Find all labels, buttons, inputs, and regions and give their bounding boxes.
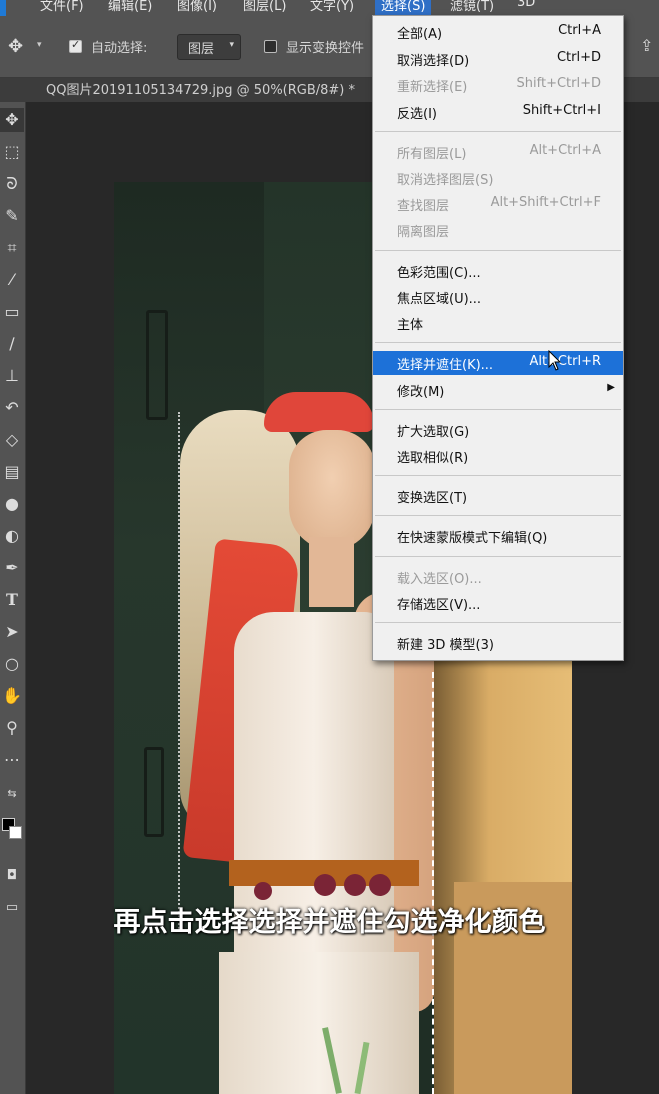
swap-colors-icon[interactable]: ⇆: [0, 782, 24, 806]
menu-layer[interactable]: 图层(L): [243, 0, 286, 14]
menu-separator: [375, 556, 621, 557]
path-select-tool-icon[interactable]: ➤: [0, 620, 24, 644]
menu-item-color-range[interactable]: 色彩范围(C)...: [373, 259, 623, 283]
dodge-tool-icon[interactable]: ◐: [0, 524, 24, 548]
menu-separator: [375, 131, 621, 132]
menu-item-new-3d-model[interactable]: 新建 3D 模型(3): [373, 631, 623, 655]
layer-select-value: 图层: [188, 42, 215, 57]
gradient-tool-icon[interactable]: ▤: [0, 460, 24, 484]
menu-item-reselect: 重新选择(E) Shift+Ctrl+D: [397, 76, 601, 95]
submenu-arrow-icon: ▶: [607, 382, 615, 393]
quick-select-tool-icon[interactable]: ✎: [0, 204, 24, 228]
pen-tool-icon[interactable]: ✒: [0, 556, 24, 580]
more-tools-icon[interactable]: ⋯: [0, 748, 24, 772]
menu-item-select-all[interactable]: 全部(A) Ctrl+A: [373, 20, 623, 44]
menu-item-similar[interactable]: 选取相似(R): [373, 444, 623, 468]
menu-separator: [375, 409, 621, 410]
menu-separator: [375, 515, 621, 516]
menu-item-subject[interactable]: 主体: [373, 311, 623, 335]
lasso-tool-icon[interactable]: ᘐ: [0, 172, 24, 196]
menu-separator: [375, 342, 621, 343]
brush-tool-icon[interactable]: ∕: [0, 332, 24, 356]
menu-separator: [375, 250, 621, 251]
menu-type[interactable]: 文字(Y): [310, 0, 354, 14]
tool-preset-chevron-icon[interactable]: ▾: [37, 40, 42, 50]
background-color-swatch[interactable]: [9, 826, 22, 839]
menu-item-find-layers: 查找图层 Alt+Shift+Ctrl+F: [397, 195, 601, 214]
select-menu-dropdown: 全部(A) Ctrl+A 取消选择(D) Ctrl+D 重新选择(E) Shift+C…: [372, 15, 624, 661]
menu-item-isolate-layers: 隔离图层: [397, 225, 450, 240]
menu-item-grow[interactable]: 扩大选取(G): [373, 418, 623, 442]
menu-item-save-selection[interactable]: 存储选区(V)...: [373, 591, 623, 615]
menu-image[interactable]: 图像(I): [177, 0, 217, 14]
clone-stamp-tool-icon[interactable]: ⊥: [0, 364, 24, 388]
photoshop-logo: [0, 0, 6, 16]
menu-item-deselect[interactable]: 取消选择(D) Ctrl+D: [373, 47, 623, 71]
menu-filter[interactable]: 滤镜(T): [450, 0, 494, 14]
menu-item-quick-mask-edit[interactable]: 在快速蒙版模式下编辑(Q): [373, 524, 623, 548]
menu-item-load-selection: 载入选区(O)...: [397, 572, 482, 587]
hand-tool-icon[interactable]: ✋: [0, 684, 24, 708]
tools-panel: ✥ ⬚ ᘐ ✎ ⌗ ⁄ ▭ ∕ ⊥ ↶ ◇ ▤ ● ◐ ✒ T ➤ ○ ✋ ⚲ …: [0, 102, 26, 1094]
type-tool-icon[interactable]: T: [0, 588, 24, 612]
menu-separator: [375, 622, 621, 623]
menu-bar: 文件(F) 编辑(E) 图像(I) 图层(L) 文字(Y) 选择(S) 滤镜(T…: [0, 0, 659, 16]
video-subtitle: 再点击选择选择并遮住勾选净化颜色: [113, 907, 546, 938]
auto-select-checkbox[interactable]: [69, 38, 82, 53]
crop-tool-icon[interactable]: ⌗: [0, 236, 24, 260]
eyedropper-tool-icon[interactable]: ⁄: [0, 268, 24, 292]
menu-item-select-and-mask[interactable]: 选择并遮住(K)... Alt+Ctrl+R: [373, 351, 623, 375]
history-brush-tool-icon[interactable]: ↶: [0, 396, 24, 420]
eraser-tool-icon[interactable]: ◇: [0, 428, 24, 452]
menu-item-deselect-layers: 取消选择图层(S): [397, 173, 494, 188]
menu-item-transform-selection[interactable]: 变换选区(T): [373, 484, 623, 508]
menu-item-all-layers: 所有图层(L) Alt+Ctrl+A: [397, 143, 601, 162]
menu-3d[interactable]: 3D: [517, 0, 535, 10]
auto-select-label: 自动选择:: [91, 41, 148, 56]
show-transform-checkbox[interactable]: [264, 40, 277, 53]
move-icon: ✥: [8, 36, 24, 57]
shape-tool-icon[interactable]: ○: [0, 652, 24, 676]
show-transform-label: 显示变换控件: [286, 41, 365, 56]
menu-edit[interactable]: 编辑(E): [108, 0, 152, 14]
menu-item-inverse[interactable]: 反选(I) Shift+Ctrl+I: [373, 100, 623, 124]
share-icon[interactable]: ⇪: [640, 36, 653, 55]
marquee-tool-icon[interactable]: ⬚: [0, 140, 24, 164]
mouse-cursor-icon: [548, 350, 562, 371]
blur-tool-icon[interactable]: ●: [0, 492, 24, 516]
menu-select[interactable]: 选择(S): [375, 0, 432, 16]
document-tab[interactable]: QQ图片20191105134729.jpg @ 50%(RGB/8#) *: [46, 79, 355, 98]
healing-brush-tool-icon[interactable]: ▭: [0, 300, 24, 324]
auto-select-target-dropdown[interactable]: 图层 ▾: [177, 34, 241, 60]
menu-file[interactable]: 文件(F): [40, 0, 84, 14]
move-tool-icon[interactable]: ✥: [0, 108, 24, 132]
chevron-down-icon: ▾: [229, 40, 234, 50]
zoom-tool-icon[interactable]: ⚲: [0, 716, 24, 740]
quick-mask-icon[interactable]: ◘: [0, 864, 24, 888]
menu-item-focus-area[interactable]: 焦点区域(U)...: [373, 285, 623, 309]
menu-separator: [375, 475, 621, 476]
menu-item-modify[interactable]: 修改(M) ▶: [373, 378, 623, 402]
